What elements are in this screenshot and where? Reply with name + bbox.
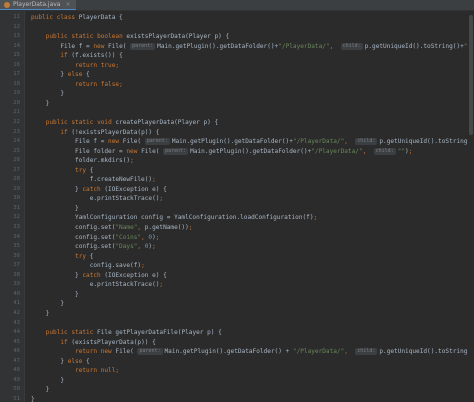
tab-filename: PlayerData.java xyxy=(13,0,61,8)
line-number: 29 xyxy=(13,185,20,192)
line-number: 46 xyxy=(13,348,20,355)
line-number: 18 xyxy=(13,80,20,87)
code-line[interactable]: e.printStackTrace(); xyxy=(31,194,474,204)
line-number: 20 xyxy=(13,99,20,106)
code-line[interactable]: } xyxy=(31,204,474,214)
code-line[interactable]: return new File( parent: Main.getPlugin()… xyxy=(31,347,474,357)
code-line[interactable]: } catch (IOException e) { xyxy=(31,271,474,281)
line-number: 50 xyxy=(13,386,20,393)
line-number: 16 xyxy=(13,61,20,68)
code-line[interactable]: e.printStackTrace(); xyxy=(31,280,474,290)
line-number: 13 xyxy=(13,33,20,40)
line-number: 30 xyxy=(13,195,20,202)
code-line[interactable]: return true; xyxy=(31,61,474,71)
line-number: 39 xyxy=(13,281,20,288)
line-number: 31 xyxy=(13,204,20,211)
line-number: 36 xyxy=(13,252,20,259)
code-line[interactable]: public static void createPlayerData(Play… xyxy=(31,118,474,128)
code-line[interactable]: } xyxy=(31,99,474,109)
line-number: 11 xyxy=(13,14,20,20)
line-number: 14 xyxy=(13,42,20,49)
line-number: 43 xyxy=(13,319,20,326)
code-line[interactable]: File f = new File( parent: Main.getPlugin… xyxy=(31,42,474,52)
code-line[interactable]: File f = new File( parent: Main.getPlugin… xyxy=(31,137,474,147)
scrollbar-thumb[interactable] xyxy=(469,15,473,135)
code-line[interactable] xyxy=(31,23,474,33)
code-line[interactable]: } xyxy=(31,309,474,319)
line-number: 38 xyxy=(13,271,20,278)
code-line[interactable]: YamlConfiguration config = YamlConfigura… xyxy=(31,213,474,223)
code-line[interactable]: } xyxy=(31,376,474,386)
code-line[interactable]: if (f.exists()) { xyxy=(31,51,474,61)
code-line[interactable]: return null; xyxy=(31,366,474,376)
line-number: 26 xyxy=(13,157,20,164)
line-number: 34 xyxy=(13,233,20,240)
code-line[interactable]: f.createNewFile(); xyxy=(31,175,474,185)
line-number: 25 xyxy=(13,147,20,154)
editor-tab-bar: PlayerData.java × xyxy=(0,0,474,11)
line-number: 44 xyxy=(13,329,20,336)
editor-area[interactable]: 11 12 13 14 15 16 17 18 19 20 21 22 23 24 25 26 27 28 29 30… xyxy=(0,11,474,402)
code-line[interactable]: } xyxy=(31,299,474,309)
line-number: 28 xyxy=(13,176,20,183)
code-line[interactable]: config.save(f); xyxy=(31,261,474,271)
code-line[interactable]: public static File getPlayerDataFile(Pla… xyxy=(31,328,474,338)
code-line[interactable]: config.set("Name", p.getName()); xyxy=(31,223,474,233)
line-number: 22 xyxy=(13,119,20,126)
code-line[interactable]: } xyxy=(31,385,474,395)
code-text-area[interactable]: public class PlayerData { public static … xyxy=(25,11,474,402)
line-number-gutter: 11 12 13 14 15 16 17 18 19 20 21 22 23 24 25 26 27 28 29 30… xyxy=(0,11,25,402)
code-line[interactable]: if (!existsPlayerData(p)) { xyxy=(31,128,474,138)
line-number: 48 xyxy=(13,367,20,374)
code-line[interactable]: } xyxy=(31,395,474,402)
code-line[interactable]: config.set("Days", 0); xyxy=(31,242,474,252)
line-number: 23 xyxy=(13,128,20,135)
line-number: 51 xyxy=(13,395,20,402)
line-number: 33 xyxy=(13,224,20,231)
code-line[interactable]: try { xyxy=(31,166,474,176)
line-number: 27 xyxy=(13,166,20,173)
line-number: 15 xyxy=(13,52,20,59)
line-number: 17 xyxy=(13,71,20,78)
line-number: 47 xyxy=(13,357,20,364)
line-number: 40 xyxy=(13,290,20,297)
close-icon[interactable]: × xyxy=(65,0,70,10)
code-line[interactable]: } else { xyxy=(31,357,474,367)
code-line[interactable]: } catch (IOException e) { xyxy=(31,185,474,195)
code-line[interactable] xyxy=(31,108,474,118)
code-line[interactable]: File folder = new File( parent: Main.getP… xyxy=(31,147,474,157)
code-line[interactable] xyxy=(31,319,474,329)
line-number: 37 xyxy=(13,262,20,269)
code-line[interactable]: } xyxy=(31,89,474,99)
code-line[interactable]: return false; xyxy=(31,80,474,90)
line-number: 21 xyxy=(13,109,20,116)
line-number: 42 xyxy=(13,309,20,316)
code-line[interactable]: folder.mkdirs(); xyxy=(31,156,474,166)
line-number: 19 xyxy=(13,90,20,97)
code-line[interactable]: } xyxy=(31,290,474,300)
line-number: 24 xyxy=(13,138,20,145)
line-number: 45 xyxy=(13,338,20,345)
code-line[interactable]: try { xyxy=(31,252,474,262)
line-number: 35 xyxy=(13,243,20,250)
code-line[interactable]: config.set("Coins", 0); xyxy=(31,233,474,243)
java-class-icon xyxy=(4,1,10,8)
line-number: 41 xyxy=(13,300,20,307)
vertical-scrollbar[interactable] xyxy=(468,11,474,402)
line-number: 12 xyxy=(13,23,20,30)
code-line[interactable]: public class PlayerData { xyxy=(31,13,474,23)
code-line[interactable]: } else { xyxy=(31,70,474,80)
line-number: 49 xyxy=(13,376,20,383)
code-line[interactable]: if (existsPlayerData(p)) { xyxy=(31,338,474,348)
line-number: 32 xyxy=(13,214,20,221)
code-line[interactable]: public static boolean existsPlayerData(P… xyxy=(31,32,474,42)
code-editor-window: PlayerData.java × 11 12 13 14 15 16 17 18 19 20 21… xyxy=(0,0,474,402)
tab-playerdata-java[interactable]: PlayerData.java × xyxy=(0,0,76,10)
